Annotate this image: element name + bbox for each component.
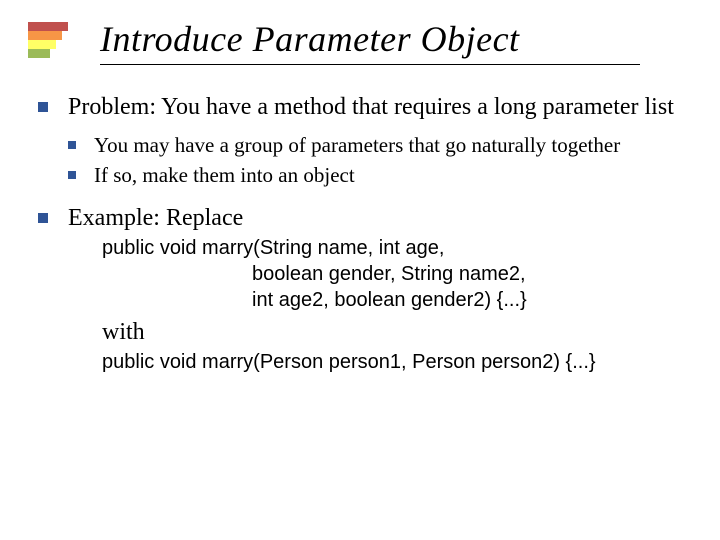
bullet-sublist: You may have a group of parameters that … [68, 132, 700, 189]
code-after: public void marry(Person person1, Person… [102, 349, 700, 375]
code-before-line3: int age2, boolean gender2) {...} [102, 287, 700, 313]
accent-bar-red [28, 22, 68, 31]
accent-bar-orange [28, 31, 62, 40]
accent-bars [28, 22, 68, 58]
code-before: public void marry(String name, int age, … [102, 235, 700, 313]
code-after-line: public void marry(Person person1, Person… [102, 349, 700, 375]
with-label: with [102, 317, 700, 347]
accent-bar-green [28, 49, 50, 58]
bullet-sub1: You may have a group of parameters that … [68, 132, 700, 158]
title-underline [100, 64, 640, 65]
slide-title: Introduce Parameter Object [100, 18, 690, 60]
bullet-example: Example: Replace public void marry(Strin… [38, 203, 700, 375]
bullet-problem-text: Problem: You have a method that requires… [68, 94, 674, 120]
bullet-sub2: If so, make them into an object [68, 162, 700, 188]
bullet-list: Problem: You have a method that requires… [38, 92, 700, 375]
title-block: Introduce Parameter Object [100, 18, 690, 65]
slide-body: Problem: You have a method that requires… [38, 92, 700, 389]
bullet-problem: Problem: You have a method that requires… [38, 92, 700, 189]
code-before-line2: boolean gender, String name2, [102, 261, 700, 287]
bullet-example-text: Example: Replace [68, 205, 243, 231]
code-before-line1: public void marry(String name, int age, [102, 235, 700, 261]
accent-bar-yellow [28, 40, 56, 49]
